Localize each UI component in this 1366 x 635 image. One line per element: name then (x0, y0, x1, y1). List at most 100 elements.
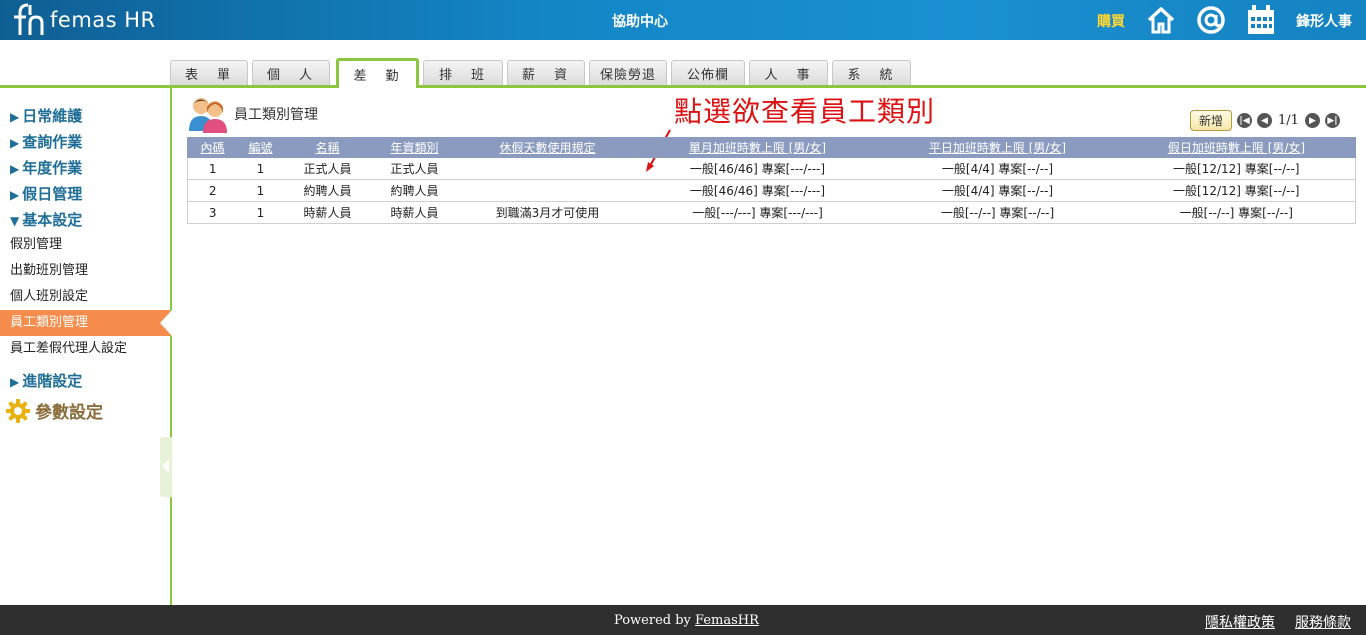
col-number[interactable]: 編號 (237, 137, 284, 158)
tab-scheduling[interactable]: 排 班 (423, 60, 503, 85)
sidebar-heading-label: 假日管理 (22, 185, 83, 203)
cell-number: 1 (237, 201, 284, 224)
logo-text: femas HR (50, 8, 156, 32)
col-weekday-ot-limit[interactable]: 平日加班時數上限 [男/女] (877, 137, 1118, 158)
buy-link[interactable]: 購買 (1097, 11, 1125, 31)
cell-name: 正式人員 (283, 157, 372, 180)
sidebar-heading-advanced[interactable]: ▶ 進階設定 (10, 370, 82, 391)
triangle-right-icon: ▶ (10, 110, 20, 124)
sidebar-heading-label: 查詢作業 (22, 133, 83, 151)
sidebar-heading-label: 進階設定 (22, 372, 83, 390)
tab-bulletin[interactable]: 公佈欄 (671, 60, 745, 85)
triangle-down-icon: ▼ (10, 214, 20, 228)
table-row[interactable]: 3 1 時薪人員 時薪人員 到職滿3月才可使用 一般[---/---] 專案[-… (187, 201, 1356, 224)
femashr-link[interactable]: FemasHR (695, 613, 759, 628)
param-settings-label: 參數設定 (35, 403, 103, 423)
femas-logo[interactable]: femas HR (8, 2, 156, 38)
sidebar-item-employee-category[interactable]: 員工類別管理 (0, 310, 172, 336)
next-page-icon[interactable]: ▶ (1304, 113, 1320, 128)
cell-holiday-ot: 一般[12/12] 專案[--/--] (1117, 179, 1356, 202)
femas-logo-mark (14, 3, 44, 35)
col-holiday-ot-limit[interactable]: 假日加班時數上限 [男/女] (1117, 137, 1356, 158)
annotation-text: 點選欲查看員工類別 (674, 95, 936, 128)
triangle-right-icon: ▶ (10, 375, 20, 389)
cell-seniority-type: 約聘人員 (371, 179, 458, 202)
sidebar-item-personal-shift[interactable]: 個人班別設定 (0, 284, 170, 310)
footer: Powered by FemasHR 隱私權政策 服務條款 (0, 605, 1366, 635)
table-row[interactable]: 1 1 正式人員 正式人員 一般[46/46] 專案[---/---] 一般[4… (187, 157, 1356, 180)
first-page-icon[interactable]: |◀ (1237, 113, 1253, 128)
cell-internal-code: 2 (187, 179, 238, 202)
sidebar-item-shift-types[interactable]: 出勤班別管理 (0, 258, 170, 284)
tab-personal[interactable]: 個 人 (252, 60, 330, 85)
table-header-row: 內碼 編號 名稱 年資類別 休假天數使用規定 單月加班時數上限 [男/女] 平日… (187, 137, 1356, 158)
sidebar-heading-label: 日常維護 (22, 107, 83, 125)
cell-leave-rule: 到職滿3月才可使用 (457, 201, 638, 224)
prev-page-icon[interactable]: ◀ (1257, 113, 1273, 128)
help-center-link[interactable]: 協助中心 (612, 11, 668, 31)
sidebar-collapse-handle[interactable] (160, 437, 172, 497)
cell-name: 時薪人員 (283, 201, 372, 224)
cell-number: 1 (237, 179, 284, 202)
cell-holiday-ot: 一般[--/--] 專案[--/--] (1117, 201, 1356, 224)
tab-hr[interactable]: 人 事 (749, 60, 828, 85)
col-leave-rule[interactable]: 休假天數使用規定 (457, 137, 638, 158)
home-icon[interactable] (1145, 4, 1177, 36)
last-page-icon[interactable]: ▶| (1324, 113, 1340, 128)
cell-leave-rule (457, 179, 638, 202)
sidebar-heading-holiday[interactable]: ▶ 假日管理 (10, 183, 82, 204)
cell-monthly-ot: 一般[46/46] 專案[---/---] (637, 179, 878, 202)
cell-monthly-ot: 一般[46/46] 專案[---/---] (637, 157, 878, 180)
col-name[interactable]: 名稱 (283, 137, 372, 158)
cell-internal-code: 3 (187, 201, 238, 224)
triangle-right-icon: ▶ (10, 188, 20, 202)
triangle-right-icon: ▶ (10, 162, 20, 176)
powered-by: Powered by FemasHR (614, 613, 759, 628)
email-at-icon[interactable] (1195, 4, 1227, 36)
powered-prefix: Powered by (614, 613, 696, 628)
sidebar-heading-label: 年度作業 (22, 159, 83, 177)
active-notch (160, 310, 172, 336)
page-title: 員工類別管理 (234, 107, 318, 123)
users-icon (189, 98, 227, 133)
terms-of-service-link[interactable]: 服務條款 (1295, 612, 1351, 632)
cell-number: 1 (237, 157, 284, 180)
triangle-right-icon: ▶ (10, 136, 20, 150)
col-monthly-ot-limit[interactable]: 單月加班時數上限 [男/女] (637, 137, 878, 158)
company-name: 鋒形人事 (1296, 14, 1352, 30)
tab-system[interactable]: 系 統 (832, 60, 911, 85)
toolbar-pager: 新增 |◀ ◀ 1/1 ▶ ▶| (1190, 110, 1340, 131)
tab-insurance[interactable]: 保險勞退 (589, 60, 667, 85)
privacy-policy-link[interactable]: 隱私權政策 (1205, 612, 1275, 632)
calendar-icon[interactable] (1245, 4, 1277, 36)
cell-seniority-type: 時薪人員 (371, 201, 458, 224)
sidebar-heading-label: 基本設定 (22, 211, 83, 229)
tab-attendance[interactable]: 差 勤 (336, 58, 419, 88)
col-seniority-type[interactable]: 年資類別 (371, 137, 458, 158)
cell-seniority-type: 正式人員 (371, 157, 458, 180)
cell-weekday-ot: 一般[4/4] 專案[--/--] (877, 157, 1118, 180)
sidebar-heading-query[interactable]: ▶ 查詢作業 (10, 131, 82, 152)
add-button[interactable]: 新增 (1190, 110, 1233, 131)
top-header: femas HR 協助中心 購買 鋒形人事 (0, 0, 1366, 40)
sidebar-heading-basic[interactable]: ▼ 基本設定 (10, 209, 82, 230)
sidebar-item-label: 員工類別管理 (10, 315, 89, 330)
employee-category-table: 內碼 編號 名稱 年資類別 休假天數使用規定 單月加班時數上限 [男/女] 平日… (187, 137, 1356, 224)
table-row[interactable]: 2 1 約聘人員 約聘人員 一般[46/46] 專案[---/---] 一般[4… (187, 179, 1356, 202)
cell-leave-rule (457, 157, 638, 180)
col-internal-code[interactable]: 內碼 (187, 137, 238, 158)
sidebar-param-settings[interactable]: 參數設定 (6, 398, 103, 423)
sidebar-item-deputy[interactable]: 員工差假代理人設定 (0, 336, 170, 362)
sidebar: ▶ 日常維護 ▶ 查詢作業 ▶ 年度作業 ▶ 假日管理 ▼ 基本設定 假別管理 出勤班別管… (0, 88, 172, 605)
cell-holiday-ot: 一般[12/12] 專案[--/--] (1117, 157, 1356, 180)
page-title-area: 員工類別管理 (188, 95, 318, 133)
cell-weekday-ot: 一般[4/4] 專案[--/--] (877, 179, 1118, 202)
sidebar-item-leave-types[interactable]: 假別管理 (0, 232, 170, 258)
cell-monthly-ot: 一般[---/---] 專案[---/---] (637, 201, 878, 224)
tab-payroll[interactable]: 薪 資 (507, 60, 585, 85)
sidebar-heading-annual[interactable]: ▶ 年度作業 (10, 157, 82, 178)
tab-forms[interactable]: 表 單 (170, 60, 248, 85)
collapse-arrow-icon (162, 459, 169, 473)
sidebar-heading-daily[interactable]: ▶ 日常維護 (10, 105, 82, 126)
tab-underline (0, 85, 1366, 88)
